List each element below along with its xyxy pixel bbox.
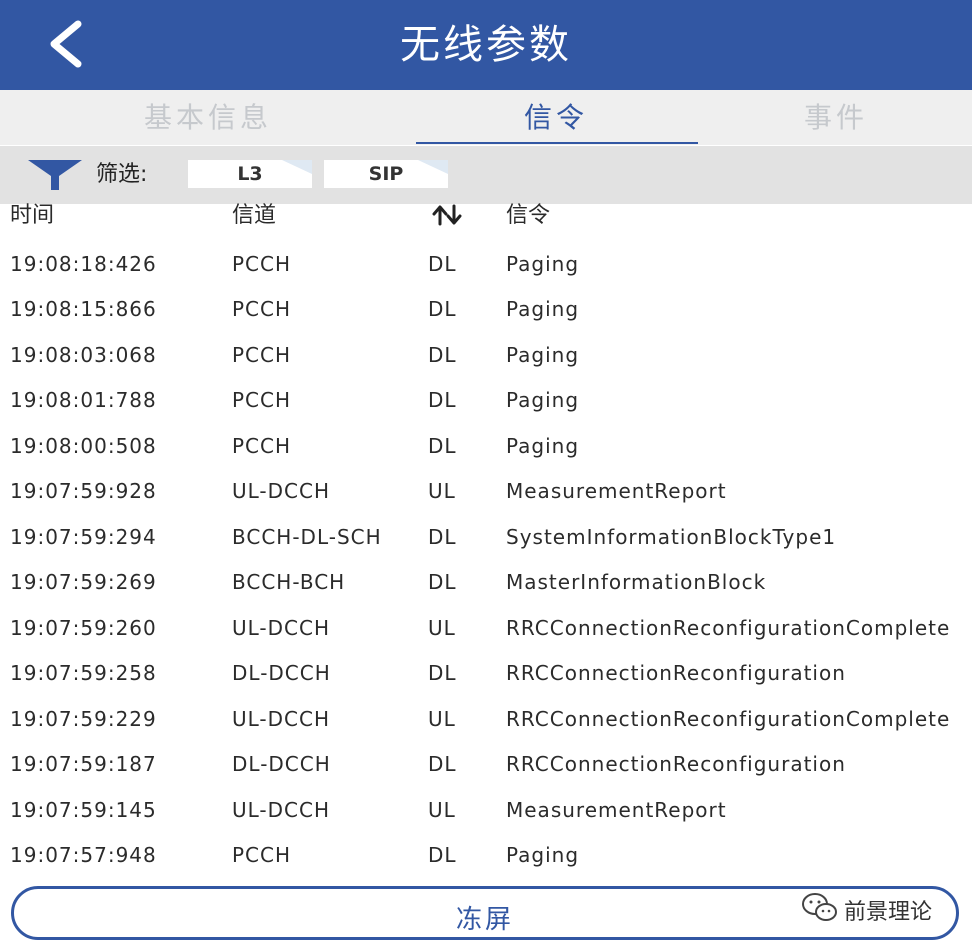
table-row[interactable]: 19:07:59:260 UL-DCCH UL RRCConnectionReconf… bbox=[0, 605, 972, 651]
row-time: 19:07:59:258 bbox=[10, 661, 157, 686]
page-title: 无线参数 bbox=[400, 22, 572, 68]
row-direction: DL bbox=[428, 524, 457, 549]
table-row[interactable]: 19:07:59:187 DL-DCCH DL RRCConnectionReconf… bbox=[0, 742, 972, 788]
row-signal: Paging bbox=[506, 433, 580, 458]
row-channel: UL-DCCH bbox=[232, 797, 331, 822]
row-direction: UL bbox=[428, 479, 456, 504]
row-direction: DL bbox=[428, 752, 457, 777]
row-time: 19:07:59:145 bbox=[10, 797, 157, 822]
signaling-table: 19:08:18:426 PCCH DL Paging 19:08:15:866 PCCH… bbox=[0, 241, 972, 878]
row-signal: SystemInformationBlockType1 bbox=[506, 524, 837, 549]
row-direction: DL bbox=[428, 388, 457, 413]
row-signal: RRCConnectionReconfigurationComplete bbox=[506, 615, 951, 640]
row-signal: Paging bbox=[506, 388, 580, 413]
row-direction: DL bbox=[428, 251, 457, 276]
row-time: 19:08:18:426 bbox=[10, 251, 157, 276]
filter-chip-sip[interactable]: SIP bbox=[324, 160, 448, 188]
table-row[interactable]: 19:07:59:269 BCCH-BCH DL MasterInformationB… bbox=[0, 560, 972, 606]
up-down-arrows-icon bbox=[432, 204, 462, 226]
row-signal: RRCConnectionReconfigurationComplete bbox=[506, 706, 951, 731]
row-time: 19:07:59:294 bbox=[10, 524, 157, 549]
row-direction: UL bbox=[428, 706, 456, 731]
row-direction: DL bbox=[428, 661, 457, 686]
active-tab-indicator bbox=[416, 142, 698, 144]
table-row[interactable]: 19:08:01:788 PCCH DL Paging bbox=[0, 378, 972, 424]
tab-basic-info[interactable]: 基本信息 bbox=[68, 90, 348, 145]
row-time: 19:07:59:269 bbox=[10, 570, 157, 595]
row-channel: PCCH bbox=[232, 342, 292, 367]
row-channel: PCCH bbox=[232, 388, 292, 413]
row-signal: MeasurementReport bbox=[506, 479, 727, 504]
column-header-time[interactable]: 时间 bbox=[10, 200, 54, 232]
row-channel: UL-DCCH bbox=[232, 615, 331, 640]
row-direction: UL bbox=[428, 797, 456, 822]
column-header-direction[interactable] bbox=[430, 204, 464, 236]
row-time: 19:08:03:068 bbox=[10, 342, 157, 367]
row-direction: DL bbox=[428, 433, 457, 458]
filter-bar: 筛选: L3 SIP bbox=[0, 146, 972, 204]
table-row[interactable]: 19:08:15:866 PCCH DL Paging bbox=[0, 287, 972, 333]
wechat-icon bbox=[802, 893, 837, 921]
row-signal: Paging bbox=[506, 297, 580, 322]
row-channel: UL-DCCH bbox=[232, 706, 331, 731]
row-signal: Paging bbox=[506, 251, 580, 276]
row-signal: RRCConnectionReconfiguration bbox=[506, 752, 846, 777]
table-row[interactable]: 19:07:59:258 DL-DCCH DL RRCConnectionReconf… bbox=[0, 651, 972, 697]
tab-signaling[interactable]: 信令 bbox=[416, 90, 696, 145]
row-signal: RRCConnectionReconfiguration bbox=[506, 661, 846, 686]
column-header-channel[interactable]: 信道 bbox=[232, 200, 276, 232]
table-row[interactable]: 19:07:59:928 UL-DCCH UL MeasurementReport bbox=[0, 469, 972, 515]
table-row[interactable]: 19:07:59:145 UL-DCCH UL MeasurementReport bbox=[0, 787, 972, 833]
row-signal: Paging bbox=[506, 342, 580, 367]
row-time: 19:07:59:928 bbox=[10, 479, 157, 504]
table-row[interactable]: 19:08:03:068 PCCH DL Paging bbox=[0, 332, 972, 378]
row-channel: PCCH bbox=[232, 297, 292, 322]
row-channel: DL-DCCH bbox=[232, 752, 331, 777]
row-time: 19:08:00:508 bbox=[10, 433, 157, 458]
row-time: 19:07:57:948 bbox=[10, 843, 157, 868]
row-direction: UL bbox=[428, 615, 456, 640]
watermark-text: 前景理论 bbox=[844, 900, 933, 925]
row-time: 19:07:59:260 bbox=[10, 615, 157, 640]
row-channel: PCCH bbox=[232, 433, 292, 458]
table-row[interactable]: 19:07:59:229 UL-DCCH UL RRCConnectionReconf… bbox=[0, 696, 972, 742]
row-time: 19:07:59:229 bbox=[10, 706, 157, 731]
filter-icon[interactable] bbox=[26, 158, 84, 192]
table-row[interactable]: 19:07:57:948 PCCH DL Paging bbox=[0, 833, 972, 879]
table-row[interactable]: 19:07:59:294 BCCH-DL-SCH DL SystemInformati… bbox=[0, 514, 972, 560]
row-channel: PCCH bbox=[232, 251, 292, 276]
row-direction: DL bbox=[428, 342, 457, 367]
row-time: 19:07:59:187 bbox=[10, 752, 157, 777]
row-direction: DL bbox=[428, 570, 457, 595]
tab-bar: 基本信息 信令 事件 bbox=[0, 90, 972, 145]
column-header-signal[interactable]: 信令 bbox=[506, 200, 550, 232]
filter-label: 筛选: bbox=[96, 162, 148, 187]
row-channel: UL-DCCH bbox=[232, 479, 331, 504]
row-signal: MasterInformationBlock bbox=[506, 570, 767, 595]
tab-events[interactable]: 事件 bbox=[696, 90, 972, 145]
table-row[interactable]: 19:08:18:426 PCCH DL Paging bbox=[0, 241, 972, 287]
row-channel: BCCH-DL-SCH bbox=[232, 524, 382, 549]
row-direction: DL bbox=[428, 843, 457, 868]
row-channel: BCCH-BCH bbox=[232, 570, 346, 595]
row-time: 19:08:15:866 bbox=[10, 297, 157, 322]
row-direction: DL bbox=[428, 297, 457, 322]
table-row[interactable]: 19:08:00:508 PCCH DL Paging bbox=[0, 423, 972, 469]
row-channel: DL-DCCH bbox=[232, 661, 331, 686]
row-time: 19:08:01:788 bbox=[10, 388, 157, 413]
row-signal: Paging bbox=[506, 843, 580, 868]
filter-chip-l3[interactable]: L3 bbox=[188, 160, 312, 188]
row-signal: MeasurementReport bbox=[506, 797, 727, 822]
app-header: 无线参数 bbox=[0, 0, 972, 90]
row-channel: PCCH bbox=[232, 843, 292, 868]
